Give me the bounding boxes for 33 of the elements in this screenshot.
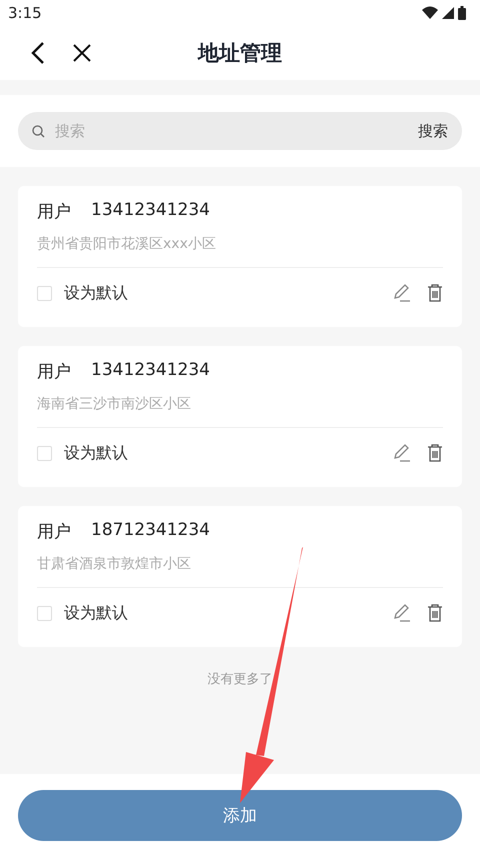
default-checkbox[interactable] (37, 286, 52, 300)
delete-button[interactable] (427, 284, 443, 302)
default-checkbox[interactable] (37, 606, 52, 620)
edit-button[interactable] (391, 283, 411, 303)
address-text: 甘肃省酒泉市敦煌市小区 (37, 555, 443, 588)
address-text: 海南省三沙市南沙区小区 (37, 395, 443, 428)
contact-name: 用户 (37, 521, 71, 543)
search-field[interactable]: 搜索 搜索 (18, 112, 462, 150)
close-button[interactable] (72, 42, 92, 62)
battery-icon (458, 6, 466, 20)
page-title: 地址管理 (198, 40, 282, 66)
back-button[interactable] (30, 40, 46, 64)
contact-name: 用户 (37, 361, 71, 383)
edit-button[interactable] (391, 443, 411, 463)
delete-button[interactable] (427, 604, 443, 622)
checkbox-label: 设为默认 (64, 602, 129, 624)
contact-name: 用户 (37, 201, 71, 223)
edit-button[interactable] (391, 603, 411, 623)
phone-number: 13412341234 (91, 200, 210, 222)
search-icon (32, 124, 45, 138)
status-time: 3:15 (8, 4, 42, 22)
wifi-icon (422, 6, 438, 19)
delete-button[interactable] (427, 444, 443, 462)
address-text: 贵州省贵阳市花溪区xxx小区 (37, 235, 443, 268)
phone-number: 13412341234 (91, 360, 210, 382)
checkbox-label: 设为默认 (64, 282, 129, 304)
end-of-list-text: 没有更多了 (208, 671, 272, 688)
default-checkbox[interactable] (37, 446, 52, 460)
search-button[interactable]: 搜索 (418, 122, 448, 140)
checkbox-label: 设为默认 (64, 442, 129, 464)
signal-icon (442, 6, 454, 18)
phone-number: 18712341234 (91, 520, 210, 542)
add-button[interactable]: 添加 (18, 790, 462, 841)
